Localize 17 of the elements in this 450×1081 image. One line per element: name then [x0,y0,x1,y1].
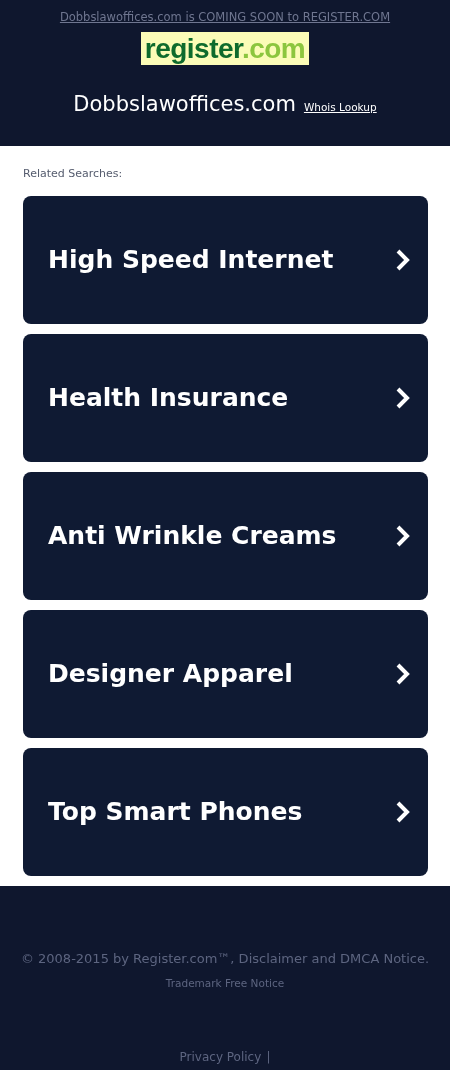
chevron-right-icon [396,801,410,823]
related-search-card[interactable]: Designer Apparel [23,610,428,738]
related-search-card[interactable]: Health Insurance [23,334,428,462]
chevron-right-icon [396,387,410,409]
domain-title: Dobbslawoffices.com [73,91,296,118]
register-logo: register.com [140,32,310,65]
related-search-card[interactable]: High Speed Internet [23,196,428,324]
related-search-card[interactable]: Top Smart Phones [23,748,428,876]
coming-soon-link[interactable]: Dobbslawoffices.com is COMING SOON to REGISTER.COM [59,10,391,24]
separator: | [266,1050,271,1064]
chevron-right-icon [396,249,410,271]
chevron-right-icon [396,525,410,547]
chevron-right-icon [396,663,410,685]
whois-lookup-link[interactable]: Whois Lookup [303,100,377,116]
copyright-notice: © 2008-2015 by Register.com™, Disclaimer and DMCA Notice. [20,951,430,966]
related-searches-heading: Related Searches: [22,165,124,182]
related-search-card[interactable]: Anti Wrinkle Creams [23,472,428,600]
